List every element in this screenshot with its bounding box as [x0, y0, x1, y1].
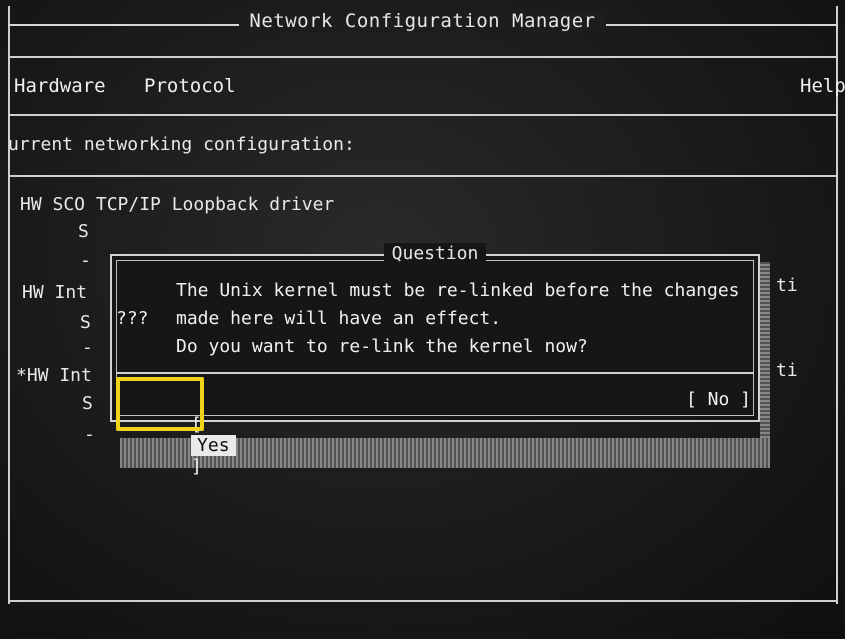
config-line-int-1[interactable]: HW Int — [22, 282, 87, 303]
config-line-int-1-sub: S — [80, 312, 91, 333]
yes-button-highlight — [116, 377, 204, 431]
dialog-title: Question — [112, 243, 758, 264]
yes-bracket-close: ] — [191, 456, 202, 477]
dialog-message-line-1: The Unix kernel must be re-linked before… — [176, 280, 740, 301]
dialog-button-separator — [116, 372, 754, 374]
config-line-int-2-sub: S — [82, 393, 93, 414]
bottom-border — [8, 600, 838, 602]
menu-hardware[interactable]: Hardware — [14, 75, 106, 97]
heading-separator — [8, 175, 838, 177]
dialog-message-line-3: Do you want to re-link the kernel now? — [176, 336, 588, 357]
config-line-int-2[interactable]: *HW Int — [16, 365, 92, 386]
question-icon: ??? — [116, 308, 149, 329]
menu-protocol[interactable]: Protocol — [144, 75, 236, 97]
menu-help[interactable]: Help — [800, 75, 845, 97]
dialog-message-line-2: made here will have an effect. — [176, 308, 502, 329]
dialog-shadow-side — [760, 262, 770, 438]
window-title: Network Configuration Manager — [0, 10, 845, 32]
config-heading: urrent networking configuration: — [8, 134, 355, 155]
config-line-loopback[interactable]: HW SCO TCP/IP Loopback driver — [20, 194, 334, 215]
question-dialog: Question ??? The Unix kernel must be re-… — [110, 243, 760, 477]
terminal-screen: Network Configuration Manager Hardware P… — [0, 0, 845, 639]
config-dash-2: - — [82, 337, 93, 358]
menu-top-separator — [8, 56, 838, 58]
config-right-fragment-1: ti — [776, 275, 798, 296]
yes-button-label: Yes — [191, 435, 236, 456]
config-line-loopback-sub: S — [78, 221, 89, 242]
config-dash-1: - — [80, 250, 91, 271]
no-button[interactable]: [ No ] — [686, 389, 751, 410]
config-dash-3: - — [84, 424, 95, 445]
config-right-fragment-2: ti — [776, 360, 798, 381]
menu-bottom-separator — [8, 114, 838, 116]
